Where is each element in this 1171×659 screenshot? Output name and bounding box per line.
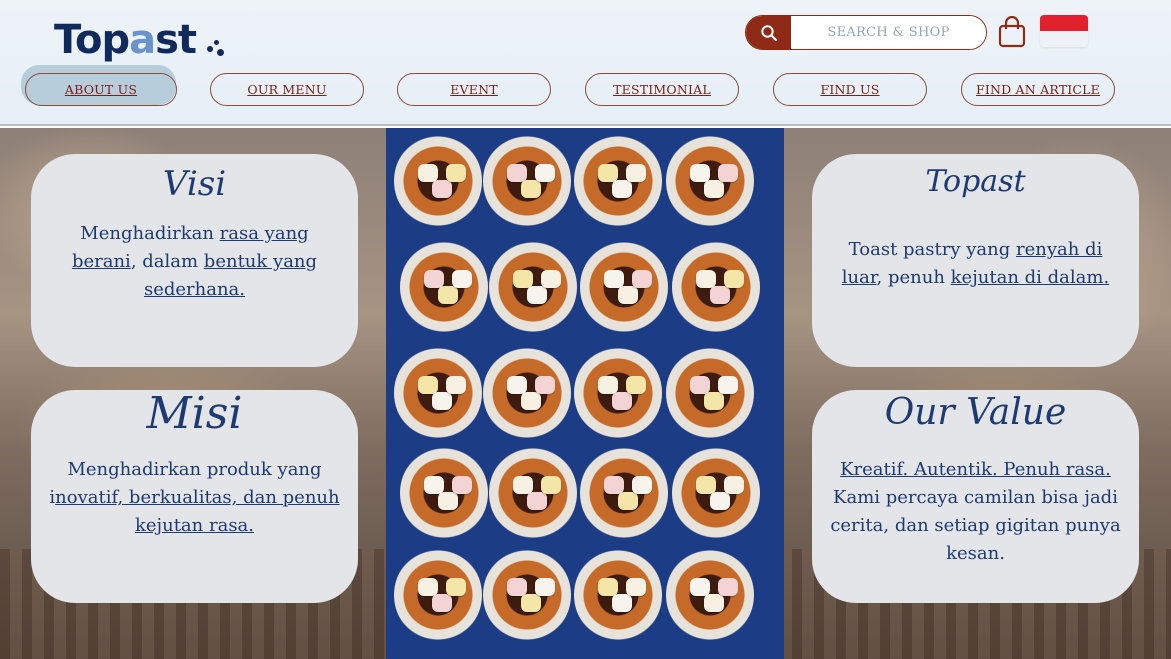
cart-button[interactable] [997,15,1027,48]
marshmallow [704,180,724,198]
marshmallow [690,578,710,596]
marshmallow [535,164,555,182]
marshmallow [535,376,555,394]
marshmallow [632,476,652,494]
topast-card: Topast Toast pastry yang renyah di luar,… [812,154,1139,367]
our-value-text: Kreatif. Autentik. Penuh rasa. Kami perc… [830,459,1121,564]
marshmallow [527,286,547,304]
our-value-card: Our Value Kreatif. Autentik. Penuh rasa.… [812,390,1139,603]
our-value-title: Our Value [884,392,1067,433]
marshmallow [438,492,458,510]
marshmallow [507,578,527,596]
marshmallow [535,578,555,596]
nav-find-us[interactable]: FIND US [773,73,927,106]
marshmallow [446,376,466,394]
brand-logo[interactable]: Topast [54,14,197,66]
topast-title: Topast [925,164,1026,199]
nav-testimonial[interactable]: TESTIMONIAL [585,73,739,106]
marshmallow [690,376,710,394]
pastry-photo [386,128,784,659]
nav-event[interactable]: EVENT [397,73,551,106]
language-flag-indonesia[interactable] [1040,15,1088,47]
visi-title: Visi [162,164,227,204]
nav-find-an-article[interactable]: FIND AN ARTICLE [961,73,1115,106]
marshmallow [724,476,744,494]
marshmallow [452,270,472,288]
marshmallow [690,164,710,182]
marshmallow [632,270,652,288]
marshmallow [541,270,561,288]
visi-text: Menghadirkan rasa yang berani, dalam ben… [71,223,318,300]
marshmallow [626,578,646,596]
marshmallow [618,492,638,510]
marshmallow [432,594,452,612]
visi-card: Visi Menghadirkan rasa yang berani, dala… [31,154,358,367]
marshmallow [718,578,738,596]
marshmallow [432,180,452,198]
topast-text: Toast pastry yang renyah di luar, penuh … [841,239,1110,288]
marshmallow [696,270,716,288]
marshmallow [612,392,632,410]
marshmallow [521,392,541,410]
marshmallow [618,286,638,304]
marshmallow [604,270,624,288]
nav-about-us[interactable]: ABOUT US [25,73,177,106]
marshmallow [418,578,438,596]
marshmallow [438,286,458,304]
marshmallow [710,492,730,510]
marshmallow [424,270,444,288]
marshmallow [598,376,618,394]
marshmallow [598,164,618,182]
marshmallow [507,164,527,182]
marshmallow [626,164,646,182]
misi-title: Misi [146,388,243,439]
search-input[interactable] [791,16,986,49]
search-bar [745,15,987,50]
marshmallow [718,164,738,182]
marshmallow [704,392,724,410]
marshmallow [418,164,438,182]
marshmallow [513,270,533,288]
marshmallow [696,476,716,494]
marshmallow [446,578,466,596]
marshmallow [418,376,438,394]
misi-card: Misi Menghadirkan produk yang inovatif, … [31,388,358,603]
marshmallow [612,594,632,612]
marshmallow [612,180,632,198]
marshmallow [507,376,527,394]
about-section: Visi Menghadirkan rasa yang berani, dala… [0,128,1171,659]
marshmallow [718,376,738,394]
marshmallow [604,476,624,494]
nav-our-menu[interactable]: OUR MENU [210,73,364,106]
site-header: Topast ABOUT US OUR MENU EVENT TESTIMONI… [0,0,1171,126]
marshmallow [521,594,541,612]
marshmallow [541,476,561,494]
search-icon [760,24,777,41]
marshmallow [513,476,533,494]
marshmallow [446,164,466,182]
search-button[interactable] [746,16,791,49]
marshmallow [598,578,618,596]
marshmallow [424,476,444,494]
logo-dots-icon [205,40,227,60]
marshmallow [521,180,541,198]
shopping-bag-icon [998,15,1026,48]
marshmallow [432,392,452,410]
marshmallow [452,476,472,494]
misi-text: Menghadirkan produk yang inovatif, berku… [49,459,340,536]
marshmallow [724,270,744,288]
marshmallow [527,492,547,510]
marshmallow [626,376,646,394]
marshmallow [710,286,730,304]
marshmallow [704,594,724,612]
